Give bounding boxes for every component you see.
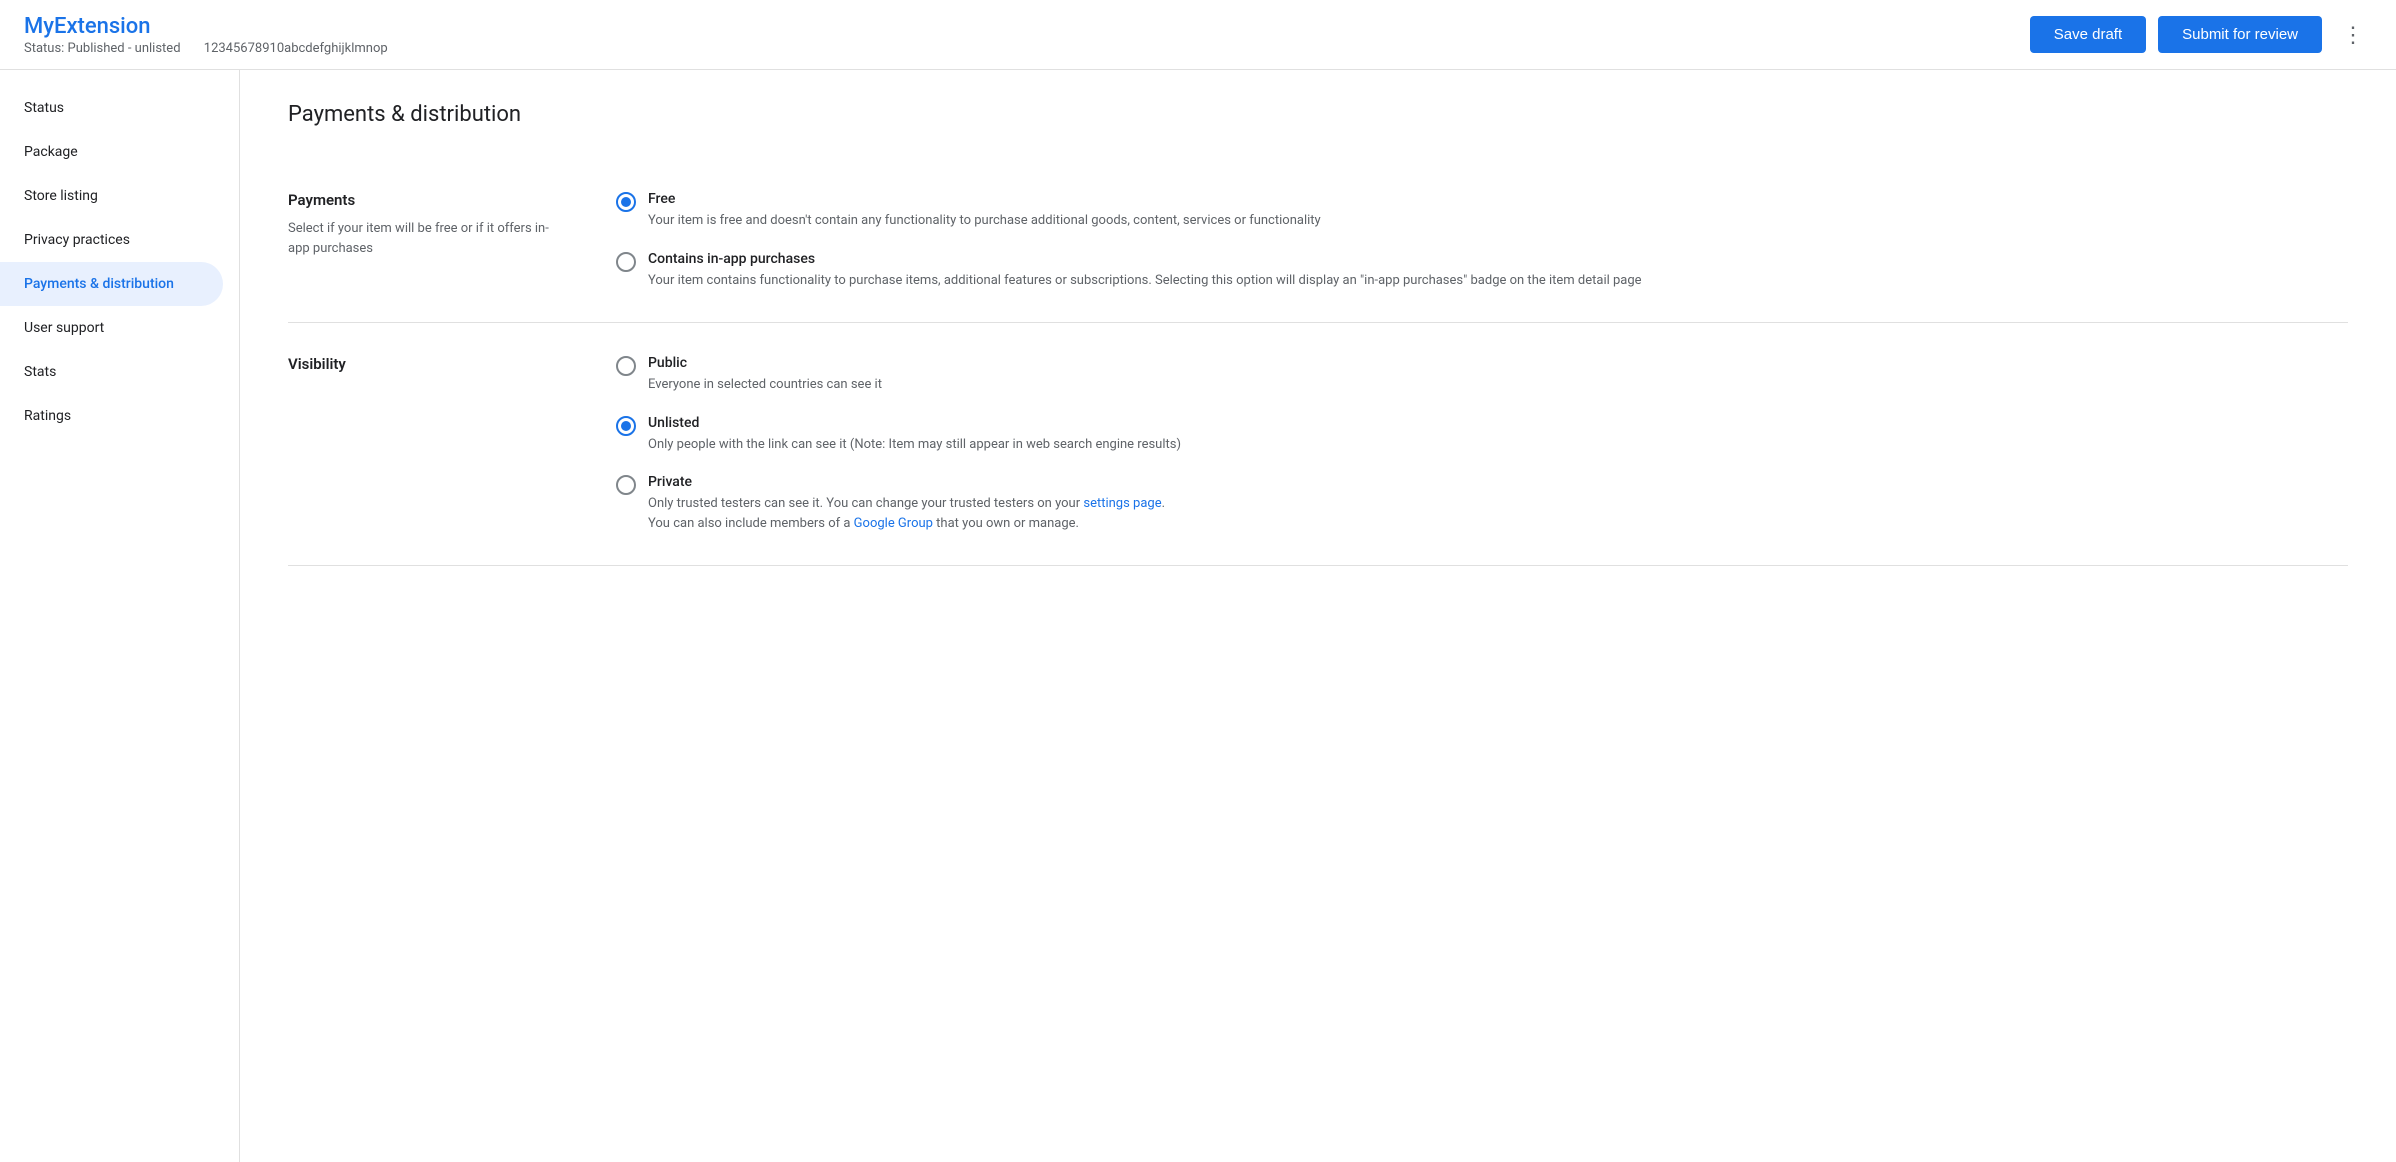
visibility-unlisted-desc: Only people with the link can see it (No… (648, 435, 1181, 455)
sidebar-item-status[interactable]: Status (0, 86, 223, 130)
header: MyExtension Status: Published - unlisted… (0, 0, 2396, 70)
payments-content: Free Your item is free and doesn't conta… (616, 191, 2348, 290)
payments-free-radio[interactable] (616, 192, 636, 212)
visibility-label: Visibility (288, 355, 568, 533)
visibility-public-option[interactable]: Public Everyone in selected countries ca… (616, 355, 2348, 395)
payments-inapp-radio[interactable] (616, 252, 636, 272)
visibility-private-radio[interactable] (616, 475, 636, 495)
payments-free-text: Free Your item is free and doesn't conta… (648, 191, 1321, 231)
payments-section: Payments Select if your item will be fre… (288, 159, 2348, 323)
visibility-public-label: Public (648, 355, 882, 371)
visibility-unlisted-option[interactable]: Unlisted Only people with the link can s… (616, 415, 2348, 455)
sidebar-item-payments-distribution[interactable]: Payments & distribution (0, 262, 223, 306)
status-label: Status: Published - unlisted (24, 41, 181, 56)
layout: Status Package Store listing Privacy pra… (0, 70, 2396, 1162)
visibility-private-desc-period: . (1162, 496, 1165, 511)
visibility-public-text: Public Everyone in selected countries ca… (648, 355, 882, 395)
header-actions: Save draft Submit for review ⋮ (2030, 16, 2372, 53)
payments-free-option[interactable]: Free Your item is free and doesn't conta… (616, 191, 2348, 231)
visibility-private-option[interactable]: Private Only trusted testers can see it.… (616, 474, 2348, 533)
payments-inapp-text: Contains in-app purchases Your item cont… (648, 251, 1642, 291)
visibility-heading: Visibility (288, 355, 568, 373)
visibility-unlisted-radio[interactable] (616, 416, 636, 436)
page-title: Payments & distribution (288, 102, 2348, 127)
visibility-unlisted-text: Unlisted Only people with the link can s… (648, 415, 1181, 455)
visibility-public-radio[interactable] (616, 356, 636, 376)
app-id: 12345678910abcdefghijklmnop (204, 41, 388, 56)
payments-heading: Payments (288, 191, 568, 209)
save-draft-button[interactable]: Save draft (2030, 16, 2146, 53)
payments-inapp-option[interactable]: Contains in-app purchases Your item cont… (616, 251, 2348, 291)
sidebar-item-ratings[interactable]: Ratings (0, 394, 223, 438)
payments-free-label: Free (648, 191, 1321, 207)
sidebar-item-store-listing[interactable]: Store listing (0, 174, 223, 218)
sidebar-item-stats[interactable]: Stats (0, 350, 223, 394)
sidebar-item-user-support[interactable]: User support (0, 306, 223, 350)
main-content: Payments & distribution Payments Select … (240, 70, 2396, 1162)
visibility-public-desc: Everyone in selected countries can see i… (648, 375, 882, 395)
app-meta: Status: Published - unlisted 12345678910… (24, 41, 2030, 56)
sidebar-item-package[interactable]: Package (0, 130, 223, 174)
header-left: MyExtension Status: Published - unlisted… (24, 14, 2030, 56)
visibility-private-desc: Only trusted testers can see it. You can… (648, 494, 1165, 533)
payments-free-desc: Your item is free and doesn't contain an… (648, 211, 1321, 231)
visibility-section: Visibility Public Everyone in selected c… (288, 323, 2348, 566)
payments-inapp-desc: Your item contains functionality to purc… (648, 271, 1642, 291)
payments-label: Payments Select if your item will be fre… (288, 191, 568, 290)
sidebar: Status Package Store listing Privacy pra… (0, 70, 240, 1162)
visibility-content: Public Everyone in selected countries ca… (616, 355, 2348, 533)
visibility-private-label: Private (648, 474, 1165, 490)
submit-for-review-button[interactable]: Submit for review (2158, 16, 2322, 53)
settings-page-link[interactable]: settings page (1083, 496, 1161, 511)
visibility-private-desc-after: that you own or manage. (933, 516, 1079, 531)
visibility-private-desc-after-before: You can also include members of a (648, 516, 854, 531)
visibility-private-desc-before: Only trusted testers can see it. You can… (648, 496, 1083, 511)
app-name: MyExtension (24, 14, 2030, 39)
google-group-link[interactable]: Google Group (854, 516, 933, 531)
visibility-private-text: Private Only trusted testers can see it.… (648, 474, 1165, 533)
visibility-unlisted-label: Unlisted (648, 415, 1181, 431)
payments-inapp-label: Contains in-app purchases (648, 251, 1642, 267)
more-options-button[interactable]: ⋮ (2334, 18, 2372, 52)
payments-description: Select if your item will be free or if i… (288, 219, 568, 258)
sidebar-item-privacy-practices[interactable]: Privacy practices (0, 218, 223, 262)
